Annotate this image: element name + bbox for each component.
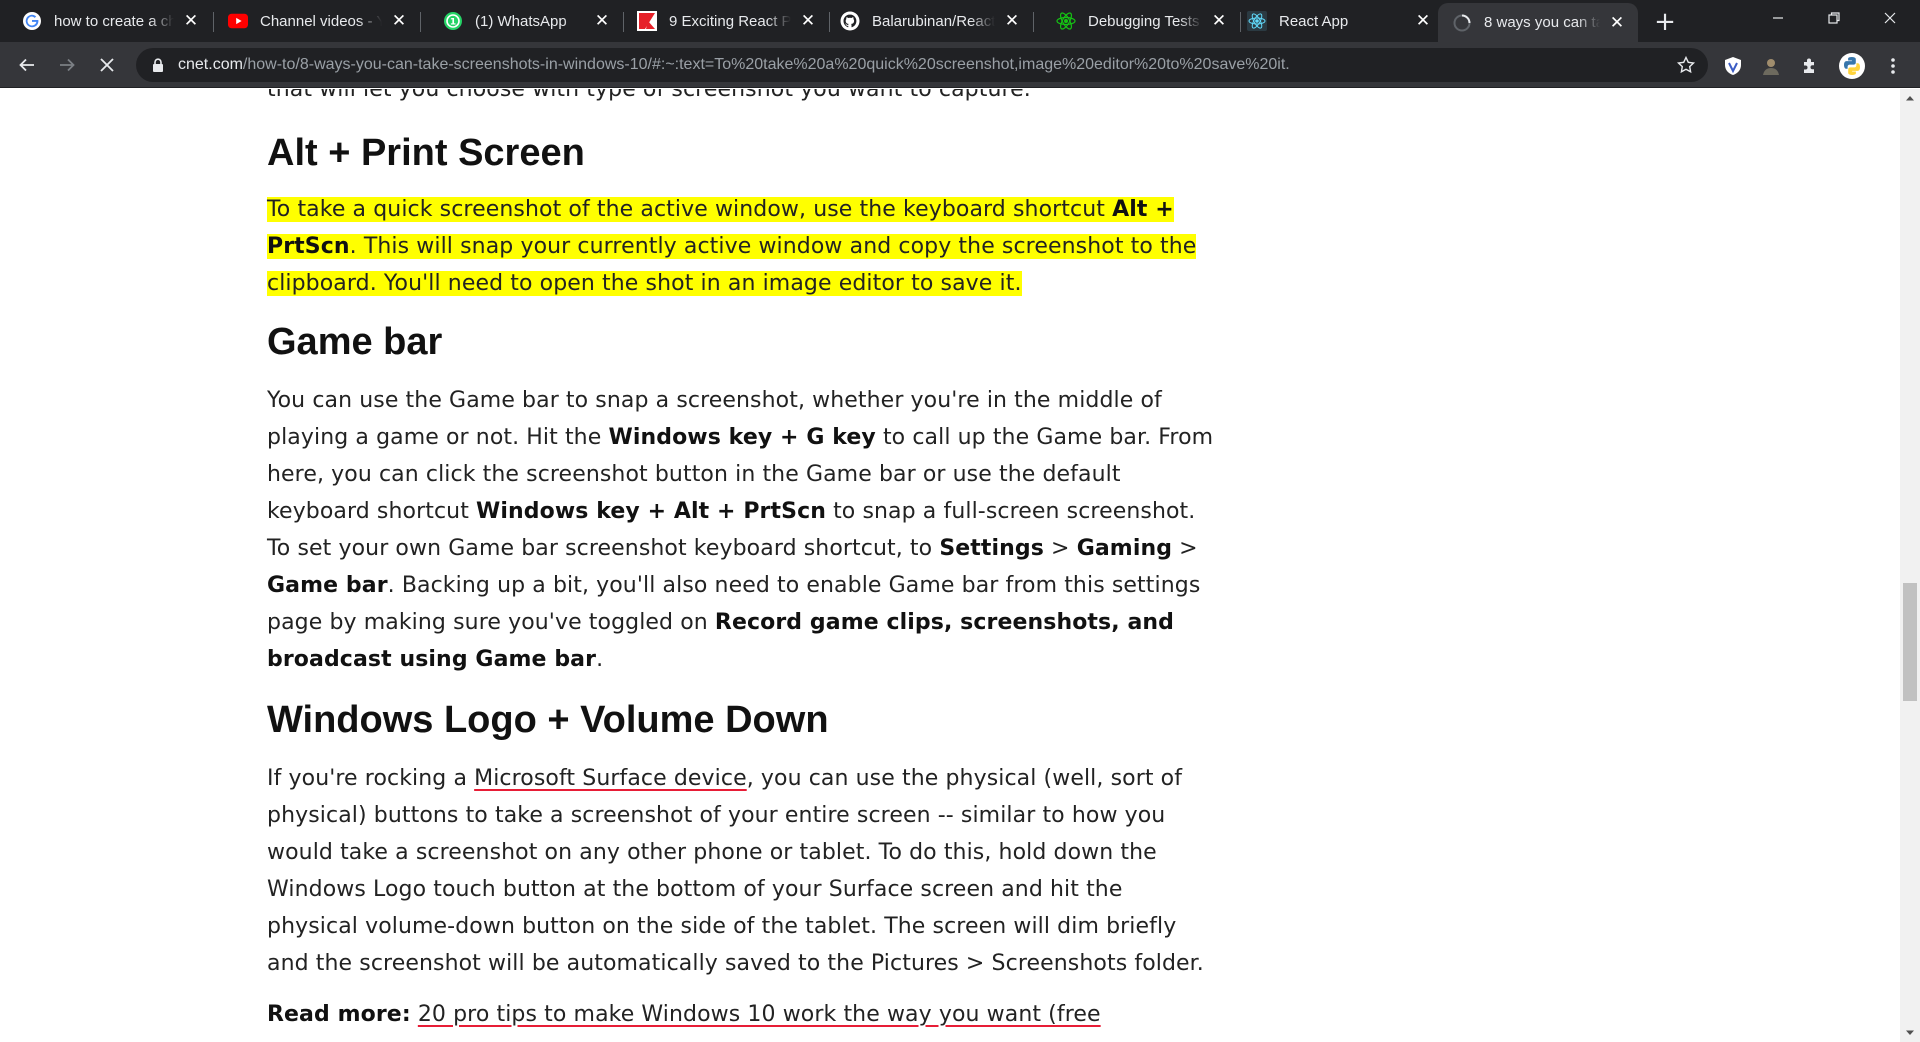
tab-title: Debugging Tests	[1088, 12, 1200, 30]
python-icon	[1839, 53, 1865, 79]
text-run: .	[596, 647, 604, 672]
tab-title: Balarubinan/React	[872, 12, 995, 30]
browser-toolbar: cnet.com/how-to/8-ways-you-can-take-scre…	[0, 42, 1920, 88]
bookmark-star-icon[interactable]	[1676, 55, 1696, 75]
back-button[interactable]	[12, 50, 42, 80]
scrollbar-thumb[interactable]	[1903, 583, 1917, 701]
google-icon	[22, 11, 42, 31]
text-run: To take a quick screenshot of the active…	[267, 197, 1113, 222]
new-tab-button[interactable]: +	[1650, 7, 1680, 37]
url-host: cnet.com	[178, 56, 243, 73]
kebab-menu-icon	[1891, 58, 1895, 74]
close-window-icon	[1884, 12, 1896, 24]
extension-avatar-icon[interactable]	[1758, 53, 1784, 79]
lock-icon[interactable]	[150, 57, 166, 73]
windows-logo-paragraph: If you're rocking a Microsoft Surface de…	[267, 760, 1217, 982]
article-site-icon	[637, 11, 657, 31]
alt-print-screen-paragraph: To take a quick screenshot of the active…	[267, 191, 1217, 302]
tab-title: how to create a ch	[54, 12, 174, 30]
intro-paragraph: that will let you choose with type of sc…	[267, 89, 1031, 102]
close-icon[interactable]: ✕	[591, 10, 613, 32]
tab-debugging-tests[interactable]: Debugging Tests ✕	[1034, 0, 1240, 42]
shortcut-windows-g: Windows key + G key	[608, 425, 876, 450]
close-icon[interactable]: ✕	[797, 10, 819, 32]
close-icon[interactable]: ✕	[1001, 10, 1023, 32]
tab-github[interactable]: Balarubinan/React ✕	[830, 0, 1033, 42]
restore-icon	[1828, 12, 1840, 24]
text-run: If you're rocking a	[267, 766, 475, 791]
extensions-puzzle-icon[interactable]	[1797, 53, 1823, 79]
github-icon	[840, 11, 860, 31]
text-run: . This will snap your currently active w…	[267, 234, 1197, 296]
tab-title: (1) WhatsApp	[475, 12, 567, 30]
browser-menu-button[interactable]	[1884, 53, 1902, 79]
text-run: >	[1172, 536, 1198, 561]
game-bar-paragraph: You can use the Game bar to snap a scree…	[267, 382, 1217, 678]
tab-youtube[interactable]: Channel videos - Y ✕	[213, 0, 420, 42]
tab-react-app[interactable]: React App ✕	[1241, 0, 1444, 42]
text-run: , you can use the physical (well, sort o…	[267, 766, 1204, 976]
tab-google-search[interactable]: how to create a ch ✕	[0, 0, 212, 42]
tab-react-projects-article[interactable]: 9 Exciting React Pr ✕	[624, 0, 829, 42]
text-run: >	[1043, 536, 1077, 561]
address-bar[interactable]: cnet.com/how-to/8-ways-you-can-take-scre…	[136, 48, 1708, 82]
react-icon	[1247, 11, 1267, 31]
microsoft-surface-link[interactable]: Microsoft Surface device	[474, 766, 747, 791]
close-icon[interactable]: ✕	[388, 10, 410, 32]
extension-shield-icon[interactable]	[1720, 53, 1746, 79]
minimize-button[interactable]	[1750, 0, 1806, 36]
close-icon[interactable]: ✕	[1412, 10, 1434, 32]
restore-button[interactable]	[1806, 0, 1862, 36]
scroll-down-arrow-icon[interactable]	[1900, 1024, 1920, 1042]
tab-title: Channel videos - Y	[260, 12, 382, 30]
minimize-icon	[1773, 17, 1783, 19]
article-body: that will let you choose with type of sc…	[267, 89, 1217, 1033]
scroll-up-arrow-icon[interactable]	[1900, 89, 1920, 107]
heading-game-bar: Game bar	[267, 321, 443, 363]
youtube-icon	[228, 11, 248, 31]
jest-icon	[1056, 11, 1076, 31]
tab-title: React App	[1279, 12, 1349, 30]
profile-avatar[interactable]	[1838, 52, 1866, 80]
read-more-label: Read more:	[267, 1002, 411, 1027]
loading-icon	[1452, 13, 1472, 33]
shortcut-windows-alt-prtscn: Windows key + Alt + PrtScn	[476, 499, 826, 524]
settings-term: Settings	[939, 536, 1044, 561]
close-icon[interactable]: ✕	[1606, 12, 1628, 34]
tab-cnet-screenshots-active[interactable]: 8 ways you can tak ✕	[1438, 3, 1638, 42]
page-scrollbar[interactable]	[1900, 89, 1920, 1042]
read-more-link[interactable]: 20 pro tips to make Windows 10 work the …	[418, 1002, 1101, 1027]
close-window-button[interactable]	[1862, 0, 1918, 36]
tab-whatsapp[interactable]: 1 (1) WhatsApp ✕	[421, 0, 623, 42]
close-icon[interactable]: ✕	[180, 10, 202, 32]
url-path: /how-to/8-ways-you-can-take-screenshots-…	[242, 56, 1290, 73]
read-more-paragraph: Read more: 20 pro tips to make Windows 1…	[267, 996, 1217, 1033]
game-bar-term: Game bar	[267, 573, 388, 598]
arrow-right-icon	[60, 58, 75, 72]
url-text[interactable]: cnet.com/how-to/8-ways-you-can-take-scre…	[178, 56, 1290, 74]
gaming-term: Gaming	[1076, 536, 1173, 561]
arrow-left-icon	[19, 58, 34, 72]
close-icon[interactable]: ✕	[1208, 10, 1230, 32]
heading-alt-print-screen: Alt + Print Screen	[267, 132, 585, 174]
heading-windows-logo-volume-down: Windows Logo + Volume Down	[267, 699, 829, 741]
stop-loading-button[interactable]	[92, 50, 122, 80]
whatsapp-icon: 1	[443, 11, 463, 31]
tab-strip: how to create a ch ✕ Channel videos - Y …	[0, 0, 1920, 42]
highlighted-text-fragment: To take a quick screenshot of the active…	[267, 197, 1197, 296]
svg-text:1: 1	[450, 18, 456, 28]
page-viewport: that will let you choose with type of sc…	[0, 89, 1900, 1042]
stop-icon	[100, 58, 114, 72]
tab-title: 8 ways you can tak	[1484, 14, 1600, 31]
forward-button[interactable]	[52, 50, 82, 80]
tab-title: 9 Exciting React Pr	[669, 12, 791, 30]
